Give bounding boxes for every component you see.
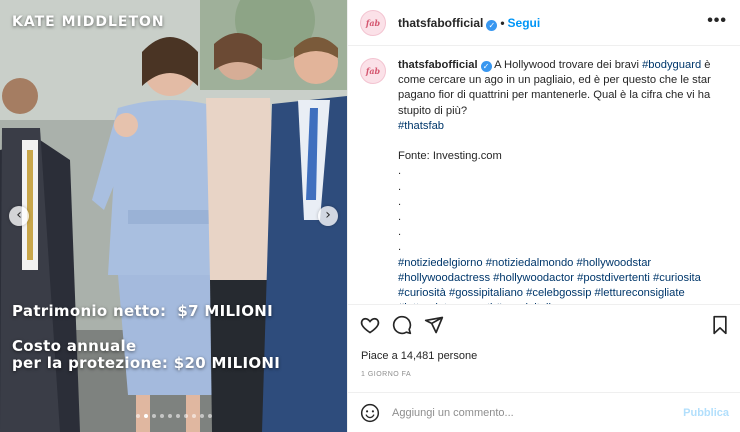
post-caption: thatsfabofficial ✓ A Hollywood trovare de…	[398, 58, 733, 304]
carousel-prev-button[interactable]: ‹	[9, 206, 29, 226]
caption-dot-line: .	[398, 195, 402, 208]
hashtag-link[interactable]: #notiziedalmondo	[486, 257, 574, 269]
carousel-dot	[207, 414, 212, 418]
caption-dot-line: .	[398, 241, 402, 254]
post-timestamp: 1 GIORNO FA	[361, 371, 412, 378]
likes-count[interactable]: Piace a 14,481 persone	[361, 350, 477, 362]
chevron-right-icon: ›	[325, 207, 331, 223]
post-side-panel: fab thatsfabofficial ✓ • Segui ••• fab that…	[347, 0, 740, 432]
hashtag-link[interactable]: #curiosita	[653, 272, 701, 284]
hashtag-link[interactable]: #lettureconsigliate	[595, 287, 685, 299]
hashtag-link[interactable]: #hollywoodstar	[577, 257, 652, 269]
comment-icon[interactable]	[392, 315, 412, 340]
comment-bar: Pubblica	[348, 392, 740, 432]
hashtag-list: #notiziedelgiorno #notiziedalmondo #holl…	[398, 256, 733, 304]
carousel-indicator	[0, 414, 347, 418]
separator-dot: •	[500, 16, 505, 30]
avatar[interactable]: fab	[360, 10, 386, 36]
caption-dot-line: .	[398, 180, 402, 193]
photo-title: KATE MIDDLETON	[12, 14, 165, 30]
bookmark-icon[interactable]	[711, 315, 729, 340]
carousel-dot	[167, 414, 172, 418]
like-icon[interactable]	[360, 315, 380, 340]
hashtag-link[interactable]: #hollywoodactress	[398, 272, 490, 284]
avatar[interactable]: fab	[360, 58, 386, 84]
caption-dot-line: .	[398, 226, 402, 239]
caption-text-1: A Hollywood trovare dei bravi	[494, 59, 643, 71]
action-bar	[348, 304, 740, 344]
hashtag-link[interactable]: #postdivertenti	[577, 272, 650, 284]
share-icon[interactable]	[424, 315, 444, 340]
protection-cost-stat: Costo annuale per la protezione: $20 MIL…	[12, 337, 281, 372]
carousel-dot	[143, 414, 148, 418]
carousel-dot	[151, 414, 156, 418]
verified-badge-icon: ✓	[486, 20, 498, 31]
caption-dot-line: .	[398, 211, 402, 224]
caption-dot-line: .	[398, 165, 402, 178]
carousel-dot	[175, 414, 180, 418]
verified-badge-icon: ✓	[480, 61, 492, 72]
caption-source: Fonte: Investing.com	[398, 150, 502, 163]
hashtag-link[interactable]: #notiziedelgiorno	[398, 257, 483, 269]
comment-input[interactable]	[392, 403, 672, 423]
caption-area: fab thatsfabofficial ✓ A Hollywood trovar…	[348, 46, 740, 304]
username-link[interactable]: thatsfabofficial	[398, 16, 483, 30]
carousel-dot	[199, 414, 204, 418]
follow-button[interactable]: Segui	[508, 16, 541, 30]
publish-button[interactable]: Pubblica	[683, 407, 729, 419]
carousel-dot	[191, 414, 196, 418]
hashtag-link[interactable]: #curiosità	[398, 287, 446, 299]
more-options-icon[interactable]: •••	[707, 12, 727, 30]
caption-username[interactable]: thatsfabofficial	[398, 59, 478, 71]
hashtag-link[interactable]: #gossipitaliano	[449, 287, 523, 299]
hashtag-link[interactable]: #thatsfab	[398, 119, 733, 134]
hashtag-link[interactable]: #hollywoodactor	[493, 272, 574, 284]
carousel-next-button[interactable]: ›	[318, 206, 338, 226]
header-user: thatsfabofficial ✓ • Segui	[398, 16, 540, 31]
carousel-dot	[159, 414, 164, 418]
post-header: fab thatsfabofficial ✓ • Segui •••	[348, 0, 740, 46]
hashtag-link[interactable]: #bodyguard	[642, 59, 701, 71]
carousel-dot	[183, 414, 188, 418]
net-worth-stat: Patrimonio netto: $7 MILIONI	[12, 302, 273, 320]
carousel-dot	[135, 414, 140, 418]
chevron-left-icon: ‹	[16, 207, 22, 223]
post-photo[interactable]: KATE MIDDLETON Patrimonio netto: $7 MILI…	[0, 0, 347, 432]
hashtag-link[interactable]: #celebgossip	[526, 287, 591, 299]
emoji-icon[interactable]	[360, 403, 380, 428]
